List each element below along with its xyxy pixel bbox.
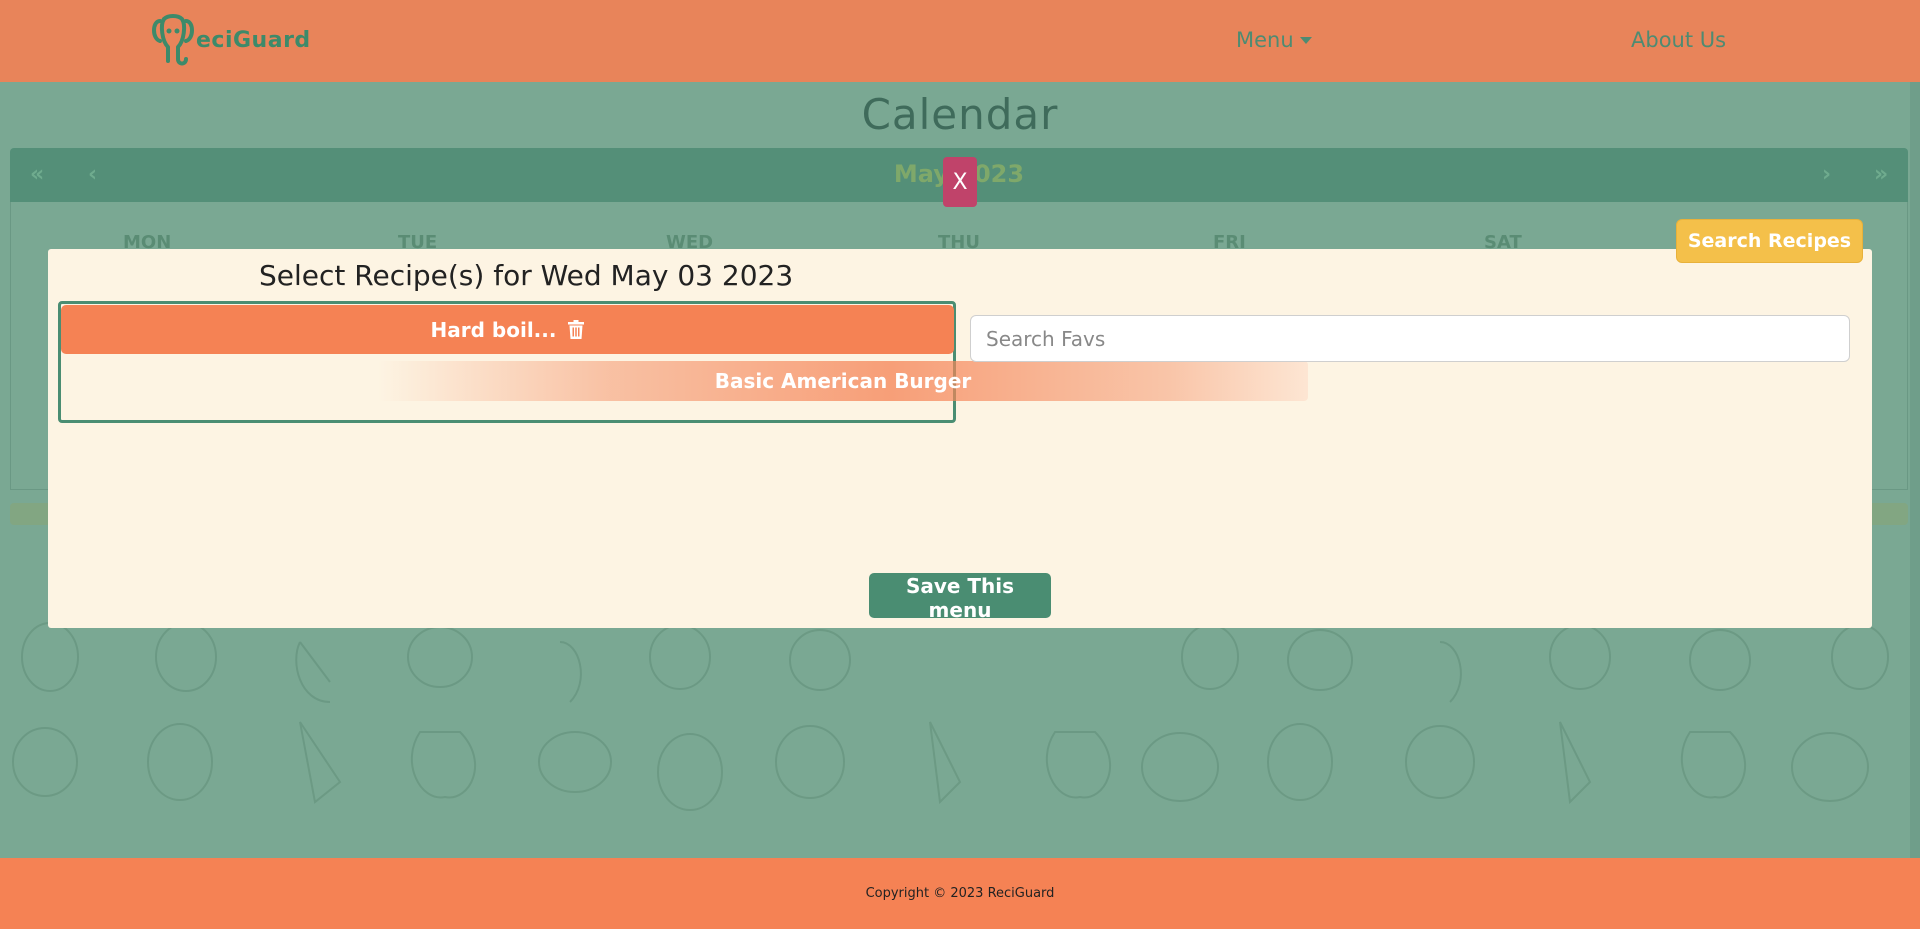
dragging-recipe-item[interactable]: Basic American Burger xyxy=(378,361,1308,401)
scrollbar-track[interactable] xyxy=(1910,82,1920,858)
caret-down-icon xyxy=(1299,36,1312,44)
brand-logo[interactable]: eciGuard xyxy=(150,12,311,68)
modal-title: Select Recipe(s) for Wed May 03 2023 xyxy=(259,259,794,292)
trash-icon[interactable] xyxy=(568,320,585,339)
top-navbar: eciGuard Menu About Us xyxy=(0,0,1920,82)
search-recipes-button[interactable]: Search Recipes xyxy=(1676,219,1863,263)
search-favs-input[interactable] xyxy=(970,315,1850,362)
elephant-logo-icon xyxy=(152,14,194,66)
recipe-select-modal: Select Recipe(s) for Wed May 03 2023 Har… xyxy=(48,249,1872,628)
next-year-button[interactable]: » xyxy=(1874,162,1888,187)
about-us-link[interactable]: About Us xyxy=(1631,28,1726,52)
copyright-text: Copyright © 2023 ReciGuard xyxy=(865,886,1055,901)
selected-recipe-item[interactable]: Hard boil... xyxy=(61,305,954,354)
menu-label: Menu xyxy=(1236,28,1294,52)
page-footer: Copyright © 2023 ReciGuard xyxy=(0,858,1920,929)
close-modal-button[interactable]: X xyxy=(943,157,977,207)
next-month-button[interactable]: › xyxy=(1822,162,1831,187)
menu-dropdown-toggle[interactable]: Menu xyxy=(1236,28,1312,52)
brand-name: eciGuard xyxy=(196,27,311,53)
recipe-name: Hard boil... xyxy=(430,317,557,342)
save-menu-button[interactable]: Save This menu xyxy=(869,573,1051,622)
page-title: Calendar xyxy=(861,90,1059,139)
